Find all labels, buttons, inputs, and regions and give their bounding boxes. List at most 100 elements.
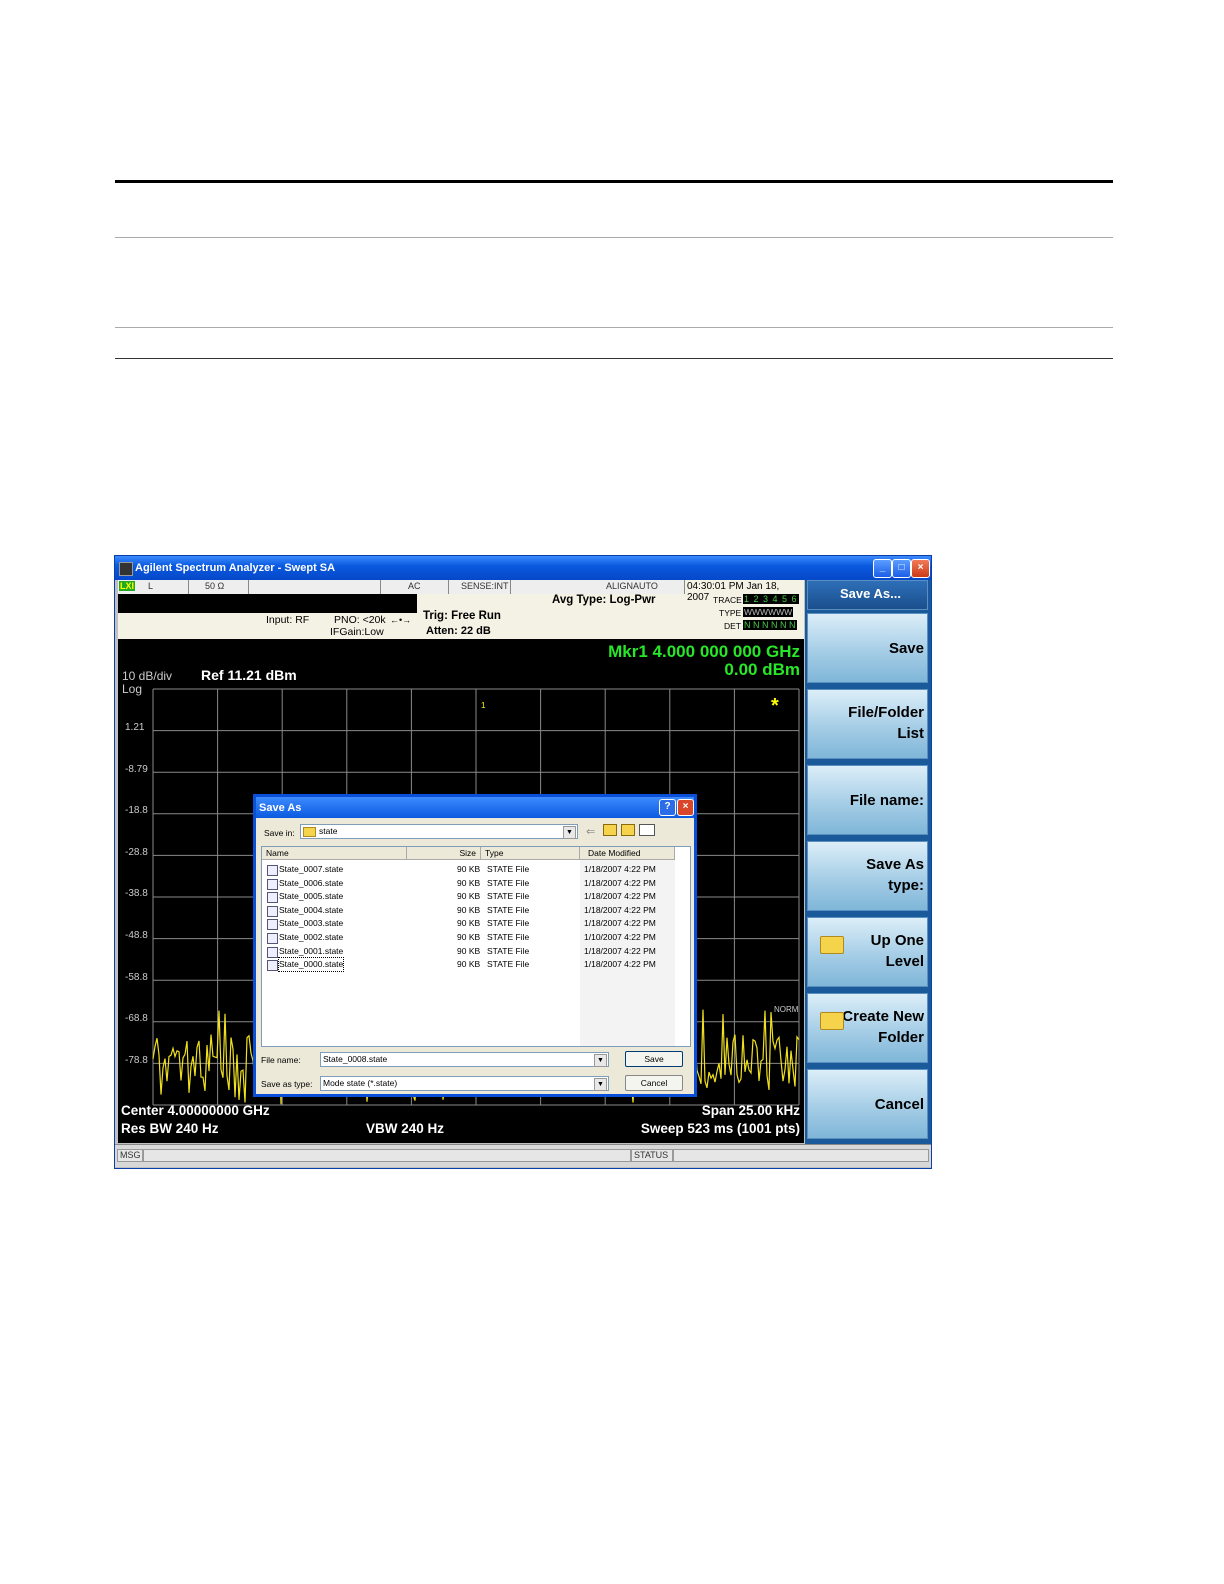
- file-row[interactable]: State_0003.state 90 KB STATE File 1/18/2007…: [262, 917, 690, 931]
- folder-icon: [303, 826, 316, 837]
- file-row[interactable]: State_0005.state 90 KB STATE File 1/18/2007…: [262, 890, 690, 904]
- file-icon: [267, 946, 278, 958]
- log-label: Log: [122, 682, 143, 696]
- sweep: Sweep 523 ms (1001 pts): [640, 1121, 800, 1136]
- dialog-titlebar[interactable]: Save As ? ×: [256, 797, 694, 818]
- back-icon[interactable]: ⇐: [586, 825, 595, 838]
- table-rule: [115, 327, 1113, 328]
- black-box: [118, 594, 417, 613]
- file-name: State_0007.state: [279, 864, 344, 874]
- file-icon: [267, 892, 278, 904]
- divider: [248, 580, 249, 594]
- file-type: STATE File: [487, 932, 530, 942]
- norm-label: NORM: [774, 1005, 799, 1014]
- softkey-panel: Save As... Save File/Folder List File nam…: [805, 580, 931, 1144]
- lvl-indicator: L: [148, 581, 154, 591]
- file-list[interactable]: Name Size Type Date Modified State_0007.…: [261, 846, 691, 1047]
- file-date: 1/18/2007 4:22 PM: [584, 918, 656, 929]
- softkey-cancel[interactable]: Cancel: [807, 1069, 928, 1139]
- maximize-button[interactable]: □: [892, 559, 911, 578]
- softkey-file-folder-list[interactable]: File/Folder List: [807, 689, 928, 759]
- trig-text: Trig: Free Run: [423, 610, 501, 622]
- close-button[interactable]: ×: [911, 559, 930, 578]
- file-type: STATE File: [487, 891, 530, 902]
- save-in-value: state: [319, 826, 338, 836]
- dropdown-arrow-icon[interactable]: ▼: [594, 1054, 607, 1067]
- message-bar: MSG STATUS: [115, 1144, 931, 1167]
- scale-div: 10 dB/div: [122, 669, 173, 683]
- file-row[interactable]: State_0007.state 90 KB STATE File 1/18/2007…: [262, 863, 690, 876]
- up-folder-icon[interactable]: [603, 824, 617, 836]
- dialog-close-button[interactable]: ×: [677, 799, 694, 816]
- filename-input[interactable]: State_0008.state ▼: [320, 1052, 609, 1067]
- col-type[interactable]: Type: [481, 847, 580, 860]
- file-size: 90 KB: [457, 959, 481, 970]
- det-values: N N N N N N: [743, 620, 797, 630]
- view-menu-icon[interactable]: [639, 824, 655, 836]
- window-titlebar[interactable]: Agilent Spectrum Analyzer - Swept SA _ □…: [115, 556, 931, 580]
- file-row[interactable]: State_0001.state 90 KB STATE File 1/18/2007…: [262, 945, 690, 958]
- dropdown-arrow-icon[interactable]: ▼: [563, 826, 576, 839]
- ifgain-text: IFGain:Low: [330, 626, 384, 638]
- save-in-combo[interactable]: state ▼: [300, 824, 578, 839]
- type-value: Mode state (*.state): [323, 1078, 398, 1088]
- file-date: 1/18/2007 4:22 PM: [584, 959, 656, 970]
- softkey-label: File/Folder: [848, 704, 924, 721]
- type-select[interactable]: Mode state (*.state) ▼: [320, 1076, 609, 1091]
- msg-label: MSG: [117, 1149, 143, 1162]
- filename-label: File name:: [261, 1055, 301, 1065]
- coupling: AC: [408, 581, 421, 591]
- y-tick-label: -38.8: [125, 888, 148, 900]
- file-row[interactable]: State_0000.state 90 KB STATE File 1/18/2007…: [262, 957, 690, 973]
- file-date: 1/18/2007 4:22 PM: [584, 864, 656, 874]
- span: Span 25.00 kHz: [701, 1103, 800, 1118]
- marker-value: 0.00 dBm: [724, 660, 800, 679]
- softkey-save[interactable]: Save: [807, 613, 928, 683]
- msg-field: [143, 1149, 631, 1162]
- spectrum-display[interactable]: 10 dB/div Log Ref 11.21 dBm Mkr1 4.000 0…: [118, 639, 804, 1143]
- help-button[interactable]: ?: [659, 799, 676, 816]
- softkey-save-as-type[interactable]: Save As type:: [807, 841, 928, 911]
- minimize-button[interactable]: _: [873, 559, 892, 578]
- dialog-cancel-button[interactable]: Cancel: [625, 1075, 683, 1091]
- save-in-label: Save in:: [264, 828, 295, 838]
- col-size[interactable]: Size: [407, 847, 481, 860]
- star-icon: *: [771, 695, 779, 717]
- status-field: [673, 1149, 929, 1162]
- softkey-label: Folder: [878, 1029, 924, 1046]
- file-type: STATE File: [487, 864, 530, 874]
- dialog-save-button[interactable]: Save: [625, 1051, 683, 1067]
- y-tick-label: -48.8: [125, 930, 148, 941]
- softkey-create-new-folder[interactable]: Create New Folder: [807, 993, 928, 1063]
- file-size: 90 KB: [457, 945, 481, 956]
- file-row[interactable]: State_0004.state 90 KB STATE File 1/18/2007…: [262, 904, 690, 917]
- softkey-label: List: [897, 725, 924, 742]
- file-row[interactable]: State_0006.state 90 KB STATE File 1/18/2007…: [262, 877, 690, 890]
- file-size: 90 KB: [457, 864, 481, 874]
- file-name: State_0001.state: [279, 945, 344, 956]
- type-label: TYPE: [719, 608, 742, 618]
- file-date: 1/10/2007 4:22 PM: [584, 932, 656, 942]
- trace-values: 1 2 3 4 5 6: [743, 594, 799, 604]
- softkey-up-one-level[interactable]: Up One Level: [807, 917, 928, 987]
- divider: [380, 580, 381, 594]
- trace-info: 04:30:01 PM Jan 18, 2007 TRACE 1 2 3 4 5…: [685, 580, 804, 639]
- divider: [510, 580, 511, 594]
- dropdown-arrow-icon[interactable]: ▼: [594, 1078, 607, 1091]
- res-bw: Res BW 240 Hz: [121, 1121, 219, 1136]
- col-date[interactable]: Date Modified: [580, 847, 675, 860]
- file-icon: [267, 865, 278, 876]
- table-rule: [115, 237, 1113, 238]
- new-folder-icon[interactable]: [621, 824, 635, 836]
- softkey-file-name[interactable]: File name:: [807, 765, 928, 835]
- file-name: State_0003.state: [279, 918, 344, 929]
- y-tick-label: -18.8: [125, 805, 148, 817]
- ref-level: Ref 11.21 dBm: [201, 667, 297, 683]
- file-size: 90 KB: [457, 918, 481, 929]
- softkey-label: Cancel: [874, 1096, 924, 1113]
- status-label: STATUS: [631, 1149, 673, 1162]
- file-row[interactable]: State_0002.state 90 KB STATE File 1/10/2007…: [262, 931, 690, 944]
- col-name[interactable]: Name: [262, 847, 407, 860]
- filename-value: State_0008.state: [323, 1054, 388, 1064]
- softkey-label: Save As: [866, 856, 924, 873]
